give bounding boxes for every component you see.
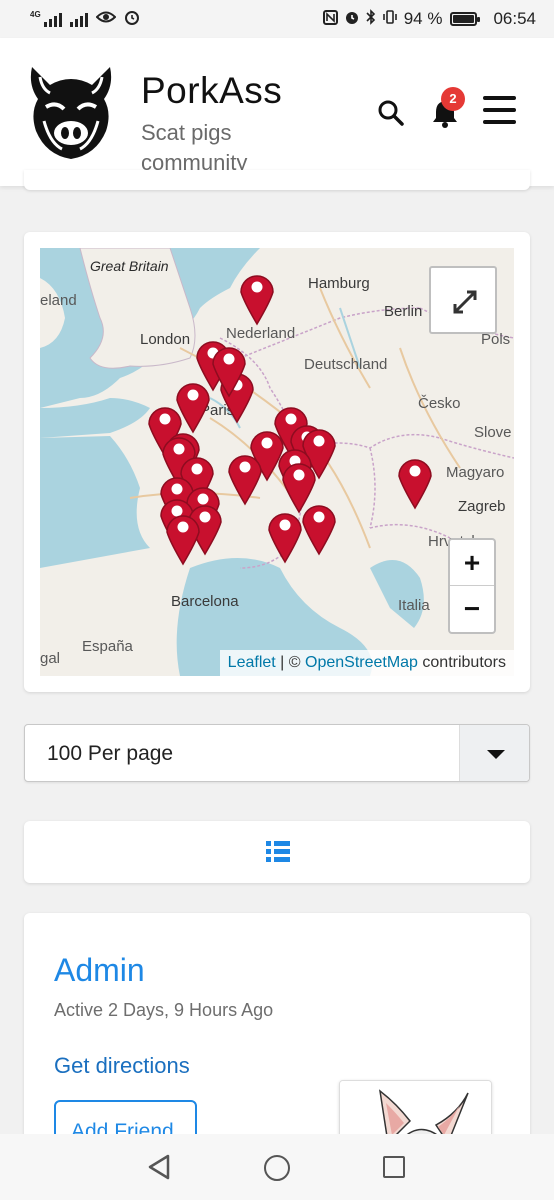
expand-icon: [453, 290, 477, 314]
eye-icon: [95, 10, 117, 28]
site-header: PorkAss Scat pigs community 2: [0, 38, 554, 186]
map-label-great-britain: Great Britain: [90, 258, 169, 274]
clock: 06:54: [493, 9, 536, 28]
bluetooth-icon: [366, 9, 376, 29]
map-marker-icon[interactable]: [396, 452, 434, 510]
map-label-slove: Slove: [474, 424, 512, 441]
map-marker-icon[interactable]: [210, 340, 248, 398]
zoom-in-button[interactable]: +: [450, 540, 494, 586]
site-name[interactable]: PorkAss: [141, 70, 282, 112]
signal-icon: 4G: [30, 11, 62, 27]
map-marker-icon[interactable]: [300, 498, 338, 556]
list-view-toggle[interactable]: [24, 821, 530, 883]
nfc-icon: [322, 9, 338, 29]
battery-percent: 94 %: [403, 9, 443, 28]
per-page-select[interactable]: 100 Per page: [24, 724, 530, 782]
recent-apps-icon[interactable]: [383, 1156, 405, 1178]
zoom-out-button[interactable]: −: [450, 586, 494, 632]
per-page-value: 100 Per page: [47, 742, 174, 765]
fullscreen-button[interactable]: [429, 266, 497, 334]
alarm-clock-icon: [344, 9, 360, 29]
leaflet-link[interactable]: Leaflet: [228, 654, 276, 671]
pig-logo[interactable]: [26, 63, 116, 161]
previous-card-edge: [24, 170, 530, 190]
back-icon[interactable]: [146, 1154, 172, 1180]
member-name[interactable]: Admin: [54, 952, 145, 989]
map-label-espana: España: [82, 638, 133, 655]
chevron-down-icon[interactable]: [459, 725, 529, 781]
map-marker-icon[interactable]: [238, 268, 276, 326]
attribution-separator: | ©: [275, 654, 305, 671]
signal-icon-2: [69, 11, 88, 27]
home-icon[interactable]: [264, 1155, 290, 1181]
vibrate-icon: [382, 9, 398, 29]
members-map[interactable]: Great Britain eland Hamburg Nederland Be…: [40, 248, 514, 676]
list-icon: [266, 840, 290, 864]
status-bar: 4G 94 % 06:54: [0, 0, 554, 38]
map-label-portugal: gal: [40, 650, 61, 667]
site-tagline: Scat pigs community: [141, 120, 248, 175]
map-attribution: Leaflet | © OpenStreetMap contributors: [219, 650, 514, 676]
zoom-control: + −: [448, 538, 496, 634]
battery-icon: [450, 12, 481, 26]
search-icon[interactable]: [376, 98, 406, 128]
map-marker-icon[interactable]: [226, 448, 264, 506]
map-label-deutschland: Deutschland: [304, 356, 388, 373]
map-label-ireland: eland: [40, 292, 77, 309]
map-label-london: London: [140, 331, 191, 348]
get-directions-link[interactable]: Get directions: [54, 1053, 190, 1079]
map-label-cesko: Česko: [418, 395, 461, 412]
notification-badge: 2: [441, 87, 465, 111]
attribution-suffix: contributors: [417, 654, 506, 671]
member-last-active: Active 2 Days, 9 Hours Ago: [54, 1000, 274, 1020]
map-label-barcelona: Barcelona: [171, 593, 239, 610]
hamburger-menu-icon[interactable]: [483, 96, 516, 126]
map-label-hamburg: Hamburg: [308, 275, 370, 292]
map-marker-icon[interactable]: [164, 508, 202, 566]
map-label-italia: Italia: [398, 597, 430, 614]
alarm-icon: [124, 9, 140, 29]
map-marker-icon[interactable]: [266, 506, 304, 564]
map-label-berlin: Berlin: [384, 303, 423, 320]
system-nav-bar: [0, 1134, 554, 1200]
map-label-zagreb: Zagreb: [458, 498, 506, 515]
map-label-magyar: Magyaro: [446, 464, 505, 481]
openstreetmap-link[interactable]: OpenStreetMap: [305, 654, 418, 671]
